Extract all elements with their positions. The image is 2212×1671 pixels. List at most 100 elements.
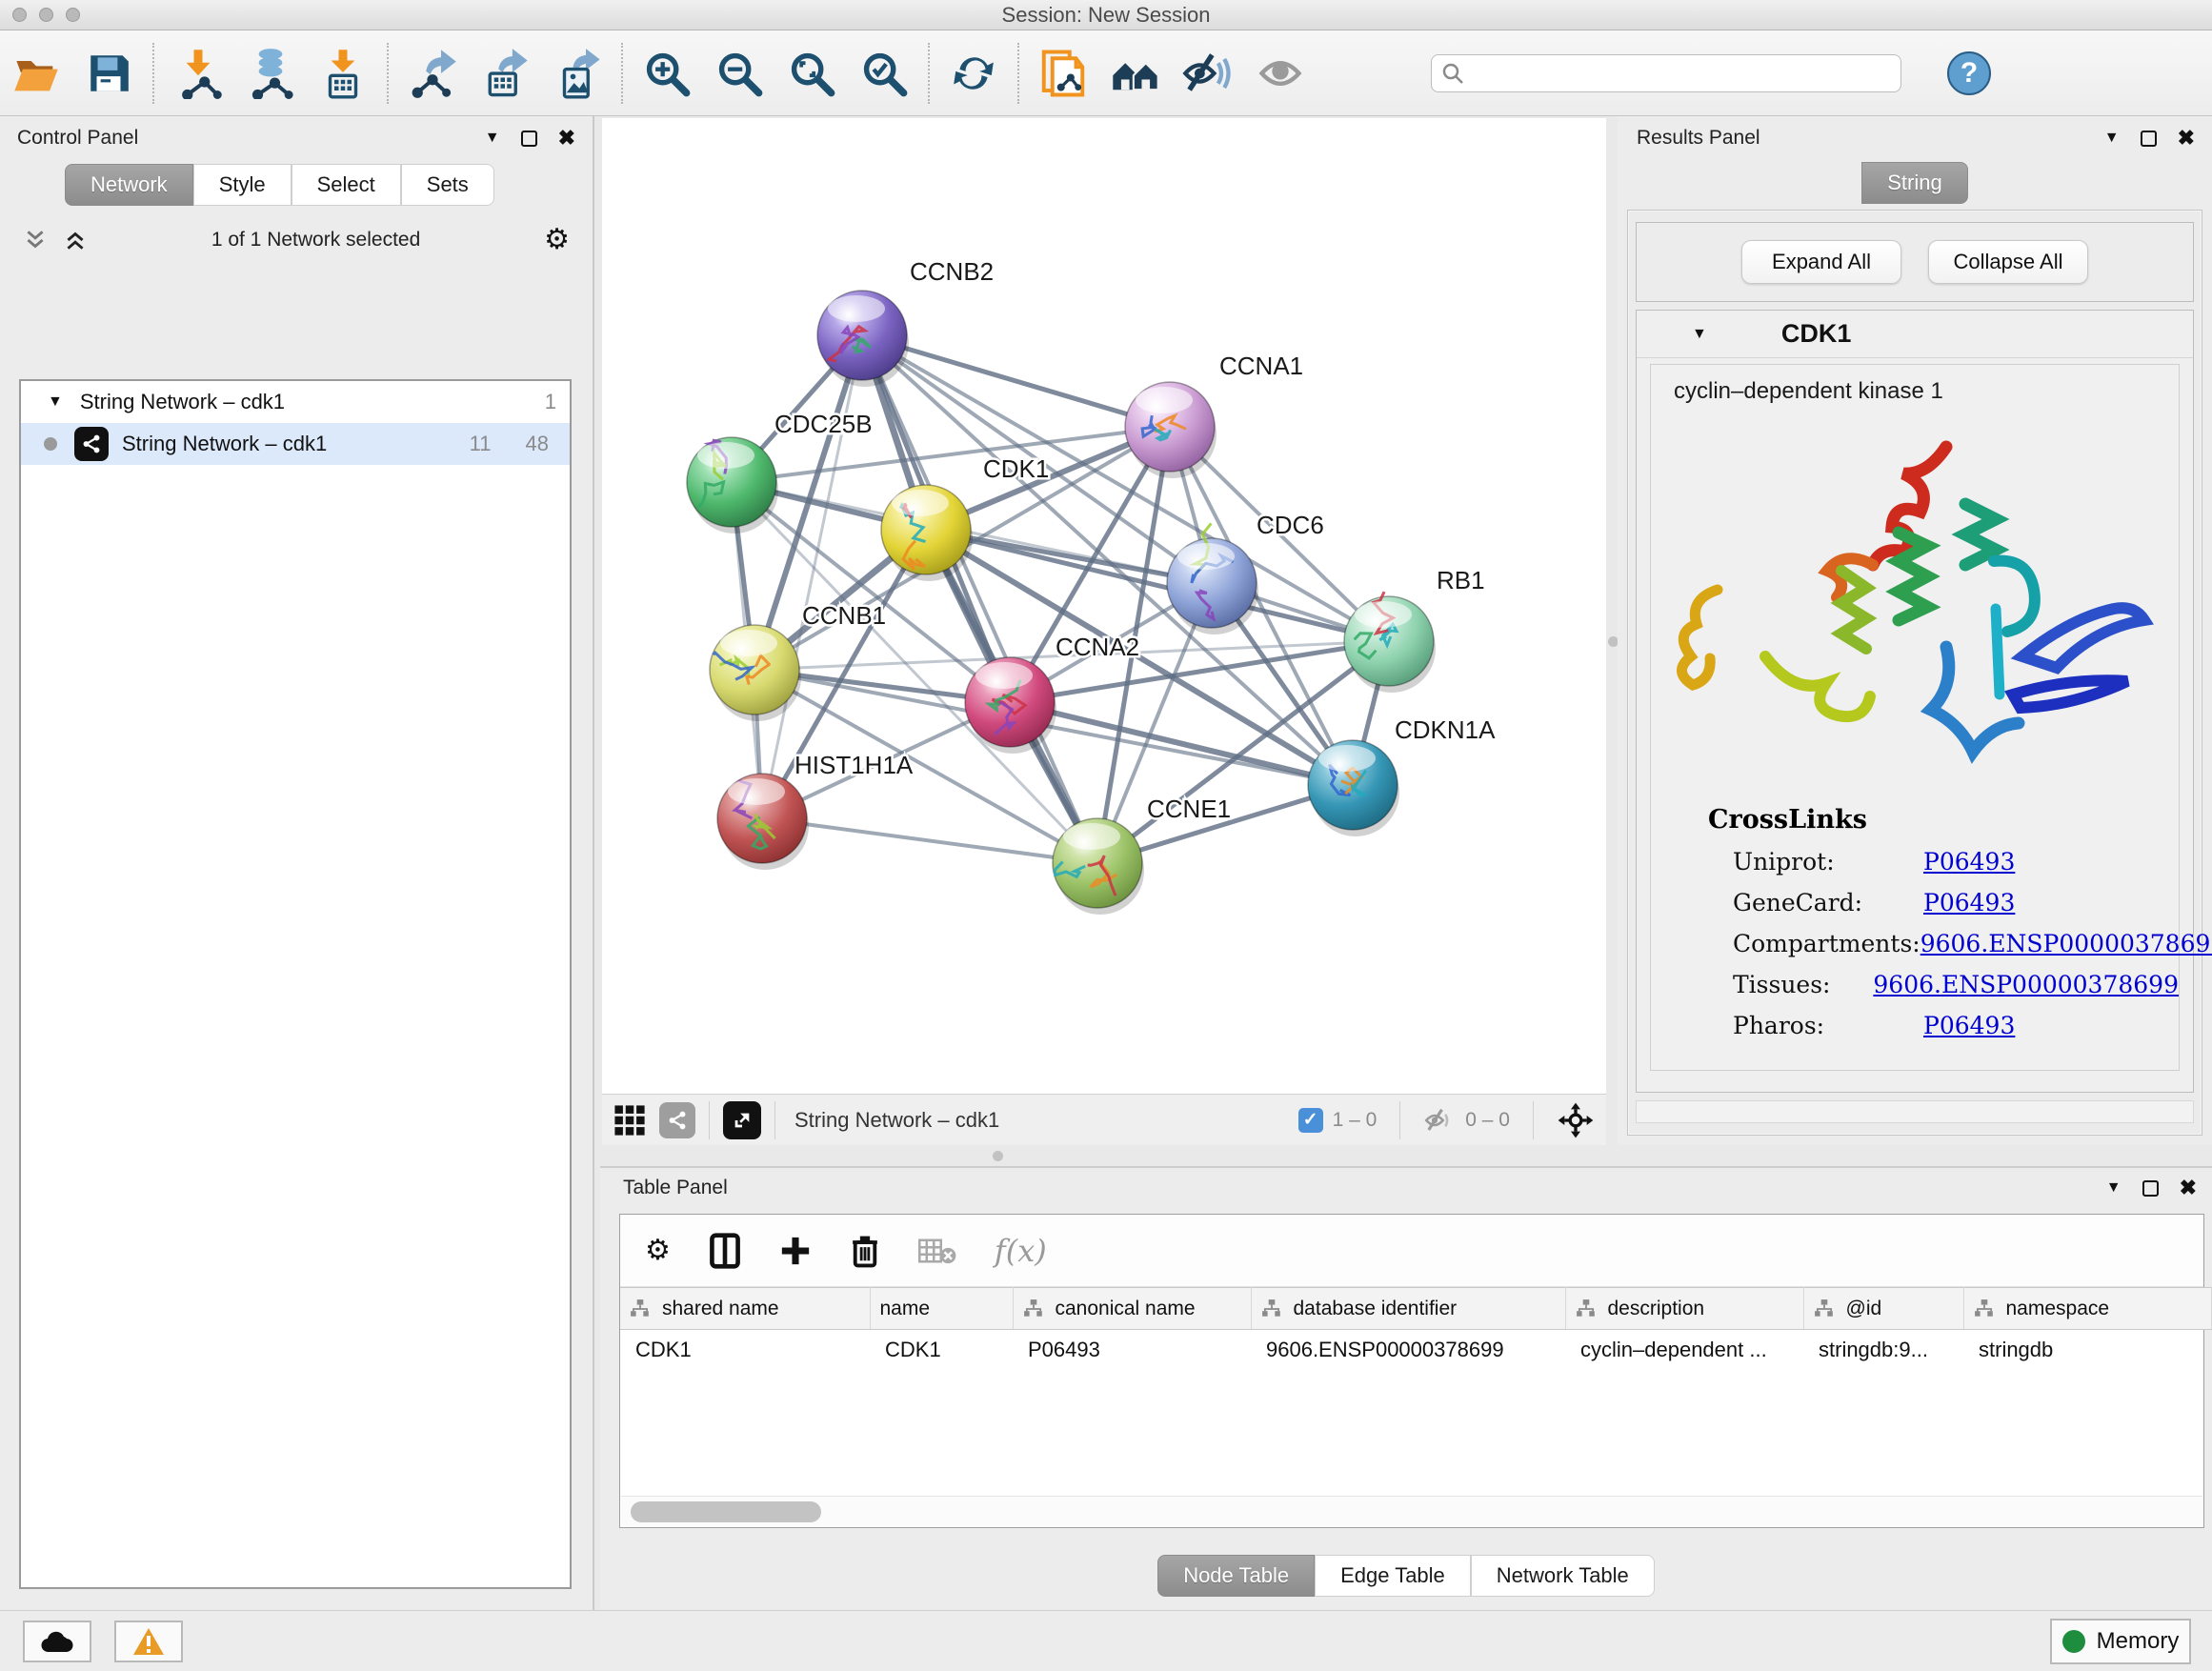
save-session-button[interactable] (82, 47, 135, 100)
birds-eye-grid-icon[interactable] (613, 1104, 646, 1137)
table-cell[interactable]: 9606.ENSP00000378699 (1251, 1330, 1565, 1370)
collection-expander-icon[interactable]: ▼ (48, 393, 63, 411)
pan-move-icon[interactable] (1557, 1101, 1595, 1139)
show-columns-icon[interactable] (709, 1233, 741, 1269)
hide-selected-button[interactable] (1181, 47, 1235, 100)
zoom-in-button[interactable] (640, 47, 694, 100)
clone-network-button[interactable] (1036, 47, 1090, 100)
node-details-card: ▼ CDK1 cyclin–dependent kinase 1 (1636, 310, 2194, 1093)
network-edge[interactable] (762, 335, 862, 818)
tab-sets[interactable]: Sets (401, 164, 494, 206)
network-edge[interactable] (862, 335, 1097, 863)
table-cell[interactable]: stringdb (1963, 1330, 2211, 1370)
column-header-description[interactable]: description (1565, 1288, 1803, 1330)
panel-menu-icon[interactable]: ▼ (2104, 130, 2120, 147)
column-header-name[interactable]: name (870, 1288, 1013, 1330)
network-node-cdc25b[interactable]: CDC25B (687, 410, 873, 534)
export-table-button[interactable] (478, 47, 532, 100)
network-row[interactable]: String Network – cdk1 11 48 (21, 423, 570, 465)
panel-menu-icon[interactable]: ▼ (485, 130, 500, 147)
float-panel-icon[interactable] (2142, 1180, 2159, 1197)
crosslink-link[interactable]: 9606.ENSP00000378699 (1920, 930, 2212, 957)
open-session-button[interactable] (10, 47, 63, 100)
string-results-container: Expand All Collapse All ▼ CDK1 cyclin–de… (1627, 210, 2202, 1136)
network-node-ccne1[interactable]: CCNE1 (1053, 795, 1231, 915)
open-in-new-window-icon[interactable] (723, 1101, 761, 1139)
table-options-gear-icon[interactable]: ⚙ (645, 1234, 671, 1267)
close-panel-icon[interactable]: ✖ (2180, 1176, 2197, 1200)
search-field-wrap (1431, 54, 1901, 92)
column-header-canonical-name[interactable]: canonical name (1013, 1288, 1251, 1330)
network-canvas[interactable]: CCNB2CCNA1CDC25BCDK1CDC6RB1CCNB1CCNA2CDK… (602, 118, 1606, 1094)
crosslink-link[interactable]: P06493 (1923, 1012, 2015, 1039)
zoom-fit-button[interactable] (785, 47, 838, 100)
search-input[interactable] (1472, 62, 1891, 84)
delete-column-trash-icon[interactable] (850, 1234, 880, 1268)
column-header-database-identifier[interactable]: database identifier (1251, 1288, 1565, 1330)
collapse-all-button[interactable]: Collapse All (1928, 240, 2088, 284)
crosslink-link[interactable]: P06493 (1923, 848, 2015, 876)
column-header-shared-name[interactable]: shared name (620, 1288, 870, 1330)
column-header-namespace[interactable]: namespace (1963, 1288, 2211, 1330)
expand-all-button[interactable]: Expand All (1741, 240, 1901, 284)
tab-style[interactable]: Style (193, 164, 292, 206)
close-panel-icon[interactable]: ✖ (2178, 126, 2195, 151)
import-table-file-button[interactable] (316, 47, 370, 100)
scrollbar-thumb[interactable] (631, 1501, 821, 1522)
help-button[interactable]: ? (1947, 51, 1991, 95)
import-network-database-button[interactable] (244, 47, 297, 100)
table-cell[interactable]: stringdb:9... (1803, 1330, 1963, 1370)
splitter-handle[interactable] (993, 1151, 1003, 1161)
entry-expander-icon[interactable]: ▼ (1692, 326, 1707, 343)
zoom-out-button[interactable] (713, 47, 766, 100)
tab-select[interactable]: Select (292, 164, 401, 206)
panel-menu-icon[interactable]: ▼ (2106, 1179, 2122, 1197)
network-node-cdkn1a[interactable]: CDKN1A (1308, 715, 1496, 836)
zoom-selected-button[interactable] (857, 47, 911, 100)
memory-button[interactable]: Memory (2050, 1619, 2191, 1664)
network-node-ccna1[interactable]: CCNA1 (1125, 352, 1303, 478)
network-node-hist1h1a[interactable]: HIST1H1A (717, 751, 914, 870)
import-network-file-button[interactable] (171, 47, 225, 100)
zoom-fit-icon (787, 49, 836, 98)
close-panel-icon[interactable]: ✖ (558, 126, 575, 151)
cloud-status-button[interactable] (23, 1621, 91, 1662)
show-all-networks-button[interactable] (1109, 47, 1162, 100)
column-header-label: namespace (2006, 1298, 2110, 1320)
table-cell[interactable]: P06493 (1013, 1330, 1251, 1370)
export-network-button[interactable] (406, 47, 459, 100)
table-horizontal-scrollbar[interactable] (621, 1496, 2202, 1526)
tab-network[interactable]: Network (65, 164, 193, 206)
network-collection-row[interactable]: ▼ String Network – cdk1 1 (21, 381, 570, 423)
selected-counts: 1 – 0 (1333, 1109, 1377, 1132)
table-row[interactable]: CDK1CDK1P064939606.ENSP00000378699cyclin… (620, 1330, 2211, 1370)
results-horizontal-scrollbar[interactable] (1636, 1100, 2194, 1123)
tab-edge-table[interactable]: Edge Table (1315, 1555, 1471, 1597)
collapse-all-icon[interactable] (23, 228, 48, 252)
tab-network-table[interactable]: Network Table (1471, 1555, 1655, 1597)
apply-layout-button[interactable] (947, 47, 1000, 100)
network-node-ccnb1[interactable]: CCNB1 (710, 601, 886, 721)
string-view-icon[interactable] (659, 1102, 695, 1138)
expand-all-icon[interactable] (63, 228, 88, 252)
warnings-button[interactable] (114, 1621, 183, 1662)
crosslink-link[interactable]: P06493 (1923, 889, 2015, 916)
add-column-icon[interactable] (779, 1235, 812, 1267)
table-cell[interactable]: cyclin–dependent ... (1565, 1330, 1803, 1370)
crosslink-link[interactable]: 9606.ENSP00000378699 (1873, 971, 2179, 998)
float-panel-icon[interactable] (2141, 131, 2157, 147)
network-node-rb1[interactable]: RB1 (1344, 566, 1485, 693)
show-hidden-button[interactable] (1254, 47, 1307, 100)
export-image-button[interactable] (551, 47, 604, 100)
selected-indicator-checkbox[interactable]: ✓ (1298, 1108, 1323, 1133)
column-header--id[interactable]: @id (1803, 1288, 1963, 1330)
table-cell[interactable]: CDK1 (620, 1330, 870, 1370)
tab-string-results[interactable]: String (1861, 162, 1967, 204)
node-details-header[interactable]: ▼ CDK1 (1637, 311, 2193, 358)
tab-node-table[interactable]: Node Table (1157, 1555, 1315, 1597)
float-panel-icon[interactable] (521, 131, 537, 147)
table-cell[interactable]: CDK1 (870, 1330, 1013, 1370)
network-node-cdc6[interactable]: CDC6 (1167, 511, 1324, 634)
network-edge[interactable] (762, 818, 1097, 863)
network-options-gear-icon[interactable]: ⚙ (544, 223, 570, 256)
